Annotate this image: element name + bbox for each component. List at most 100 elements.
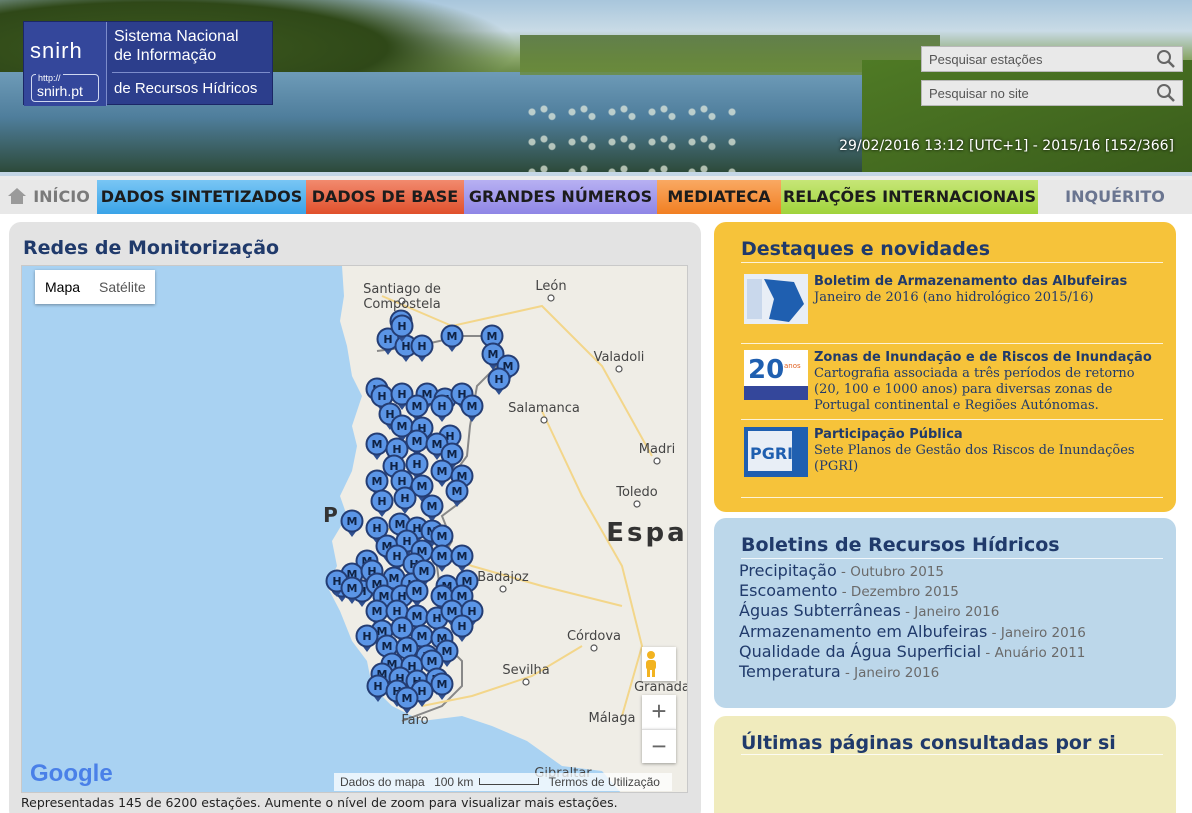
city-label: Salamanca [508,401,580,416]
bulletin-label[interactable]: Águas Subterrâneas [739,601,901,620]
svg-text:H: H [397,388,406,401]
svg-text:H: H [392,550,401,563]
street-view-pegman[interactable] [642,647,676,681]
logo-title-line2: de Informação [114,47,217,64]
map-type-control: Mapa Satélite [35,270,155,304]
map-canvas[interactable]: Santiago deCompostelaLeónValadoliSalaman… [22,266,688,793]
svg-text:M: M [417,630,428,643]
map-attribution: Dados do mapa 100 km Termos de Utilizaçã… [334,773,672,791]
city-dot [615,365,623,373]
search-site-input[interactable]: Pesquisar no site [921,80,1183,106]
zoom-in-button[interactable]: + [642,695,676,729]
svg-text:M: M [437,530,448,543]
nav-inicio-label: INÍCIO [33,187,90,206]
news-item[interactable]: 20 anos Zonas de Inundação e de Riscos d… [744,350,1154,416]
city-label: Toledo [615,485,658,500]
svg-text:H: H [457,620,466,633]
banner-flowers [520,100,740,172]
bulletin-link[interactable]: Qualidade da Água Superficial - Anuário … [739,642,1085,661]
city-label: León [535,279,566,294]
city-label: Córdova [567,629,621,644]
nav-item-mediateca[interactable]: MEDIATECA [657,180,781,214]
nav-item-grandes-numeros[interactable]: GRANDES NÚMEROS [464,180,657,214]
svg-text:H: H [377,495,386,508]
news-description: Cartografia associada a três períodos de… [814,366,1135,413]
bulletin-link[interactable]: Águas Subterrâneas - Janeiro 2016 [739,601,999,620]
nav-item-inicio[interactable]: INÍCIO [0,180,97,214]
svg-text:H: H [373,680,382,693]
bulletin-link[interactable]: Precipitação - Outubro 2015 [739,561,944,580]
svg-text:H: H [494,373,503,386]
country-label: Espa [606,518,687,548]
bulletin-link[interactable]: Armazenamento em Albufeiras - Janeiro 20… [739,622,1086,641]
news-description: Sete Planos de Gestão dos Riscos de Inun… [814,443,1135,474]
news-title[interactable]: Zonas de Inundação e de Riscos de Inunda… [814,350,1152,365]
svg-text:M: M [372,438,383,451]
header-banner: snirh http:// snirh.pt Sistema Nacional … [0,0,1192,172]
search-stations-input[interactable]: Pesquisar estações [921,46,1183,72]
google-logo-text: Google [30,760,113,787]
news-item[interactable]: Boletim de Armazenamento das Albufeiras … [744,274,1154,344]
svg-text:M: M [412,400,423,413]
bulletin-label[interactable]: Precipitação [739,561,837,580]
bulletin-link[interactable]: Escoamento - Dezembro 2015 [739,581,959,600]
svg-text:M: M [442,645,453,658]
city-label: Faro [401,713,428,728]
twenty-years-thumbnail: 20 anos [744,350,808,400]
snirh-logo[interactable]: snirh http:// snirh.pt Sistema Nacional … [23,21,273,106]
bulletin-link[interactable]: Temperatura - Janeiro 2016 [739,662,939,681]
map-terms-link[interactable]: Termos de Utilização [549,775,660,789]
logo-url: http:// snirh.pt [31,73,99,102]
svg-text:M: M [382,640,393,653]
map-status-text: Representadas 145 de 6200 estações. Aume… [21,795,618,810]
bulletin-date: - Outubro 2015 [836,564,944,580]
nav-item-dados-de-base[interactable]: DADOS DE BASE [306,180,464,214]
map-type-map-button[interactable]: Mapa [45,279,80,295]
nav-item-inquerito[interactable]: INQUÉRITO [1038,180,1192,214]
search-icon[interactable] [1156,83,1176,103]
svg-text:M: M [397,420,408,433]
svg-text:M: M [347,515,358,528]
svg-text:M: M [437,678,448,691]
recent-pages-title: Últimas páginas consultadas por si [741,732,1116,754]
logo-title: Sistema Nacional de Informação [114,27,239,65]
banner-grass [862,60,1192,172]
news-description: Janeiro de 2016 (ano hidrológico 2015/16… [814,290,1094,305]
news-separator [741,497,1163,498]
logo-url-prefix: http:// [36,73,63,83]
svg-text:H: H [437,400,446,413]
search-stations-placeholder: Pesquisar estações [929,52,1043,67]
nav-item-relacoes-internacionais[interactable]: RELAÇÕES INTERNACIONAIS [781,180,1038,214]
city-dot [540,416,548,424]
bulletin-label[interactable]: Temperatura [739,662,841,681]
map-data-link[interactable]: Dados do mapa [340,775,425,789]
news-title[interactable]: Participação Pública [814,427,963,442]
google-logo[interactable]: Google [30,760,113,788]
monitoring-title: Redes de Monitorização [23,237,280,259]
svg-text:H: H [417,340,426,353]
svg-text:H: H [412,458,421,471]
nav-item-dados-sintetizados[interactable]: DADOS SINTETIZADOS [97,180,306,214]
bulletin-label[interactable]: Qualidade da Água Superficial [739,642,981,661]
news-title[interactable]: Boletim de Armazenamento das Albufeiras [814,274,1127,289]
search-icon[interactable] [1156,49,1176,69]
header-datetime: 29/02/2016 13:12 [UTC+1] - 2015/16 [152/… [839,138,1174,154]
news-item[interactable]: PGRI Participação Pública Sete Planos de… [744,427,1154,487]
stations-map[interactable]: Santiago de Compostela León Valadoli Salaman… [21,265,688,793]
svg-text:H: H [402,535,411,548]
svg-text:M: M [412,585,423,598]
zoom-out-button[interactable]: − [642,729,676,763]
search-site-placeholder: Pesquisar no site [929,86,1029,101]
svg-text:H: H [397,320,406,333]
svg-text:M: M [347,582,358,595]
bulletin-label[interactable]: Armazenamento em Albufeiras [739,622,987,641]
svg-text:M: M [437,550,448,563]
home-icon [8,188,27,204]
city-dot [590,644,598,652]
bulletin-label[interactable]: Escoamento [739,581,837,600]
map-type-satellite-button[interactable]: Satélite [99,279,146,295]
svg-text:M: M [437,465,448,478]
svg-text:H: H [397,622,406,635]
city-label: Valadoli [594,350,645,365]
svg-text:H: H [383,333,392,346]
